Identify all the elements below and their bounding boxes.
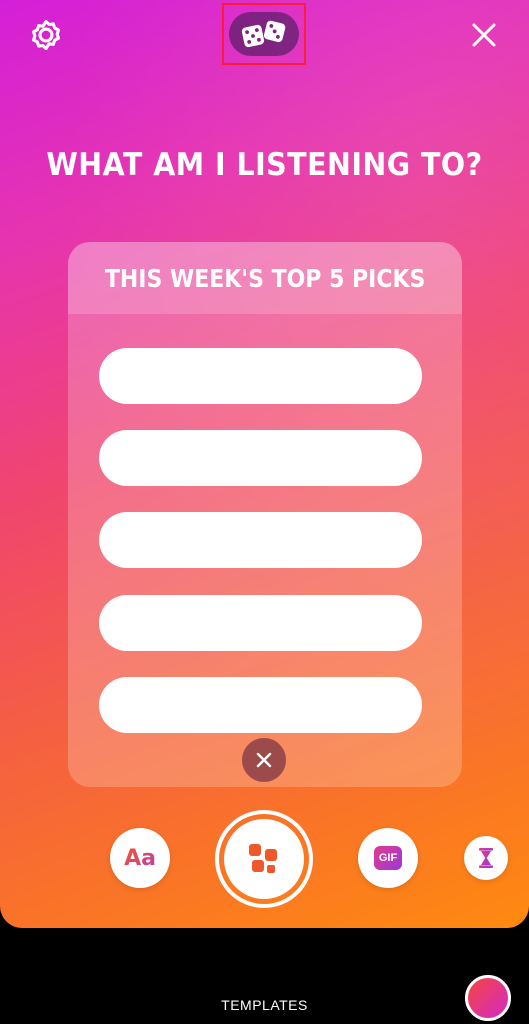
close-icon bbox=[472, 23, 496, 47]
close-icon bbox=[256, 752, 272, 768]
text-tool-label: Aa bbox=[124, 845, 156, 871]
card-title[interactable]: THIS WEEK'S TOP 5 PICKS bbox=[105, 264, 426, 293]
capture-button[interactable] bbox=[215, 810, 313, 908]
timer-button[interactable] bbox=[464, 836, 508, 880]
list-field-1[interactable] bbox=[99, 348, 422, 404]
hourglass-icon bbox=[479, 848, 493, 868]
close-button[interactable] bbox=[464, 15, 504, 55]
remove-card-button[interactable] bbox=[242, 738, 286, 782]
list-card: THIS WEEK'S TOP 5 PICKS bbox=[68, 242, 462, 787]
background-color-button[interactable] bbox=[465, 975, 511, 1021]
gear-icon bbox=[31, 19, 61, 51]
templates-tab[interactable]: TEMPLATES bbox=[0, 997, 529, 1013]
layout-icon bbox=[249, 844, 277, 873]
prompt-title[interactable]: WHAT AM I LISTENING TO? bbox=[21, 147, 508, 183]
list-field-4[interactable] bbox=[99, 595, 422, 651]
shuffle-dice-button[interactable] bbox=[229, 12, 299, 56]
settings-button[interactable] bbox=[26, 15, 66, 55]
gif-button[interactable]: GIF bbox=[358, 828, 418, 888]
capture-button-inner bbox=[224, 819, 304, 899]
list-field-2[interactable] bbox=[99, 430, 422, 486]
dice-icon bbox=[241, 20, 286, 48]
story-canvas: WHAT AM I LISTENING TO? THIS WEEK'S TOP … bbox=[0, 0, 529, 928]
card-header: THIS WEEK'S TOP 5 PICKS bbox=[68, 242, 462, 314]
gif-badge: GIF bbox=[374, 846, 402, 870]
list-field-5[interactable] bbox=[99, 677, 422, 733]
list-field-3[interactable] bbox=[99, 512, 422, 568]
text-tool-button[interactable]: Aa bbox=[110, 828, 170, 888]
